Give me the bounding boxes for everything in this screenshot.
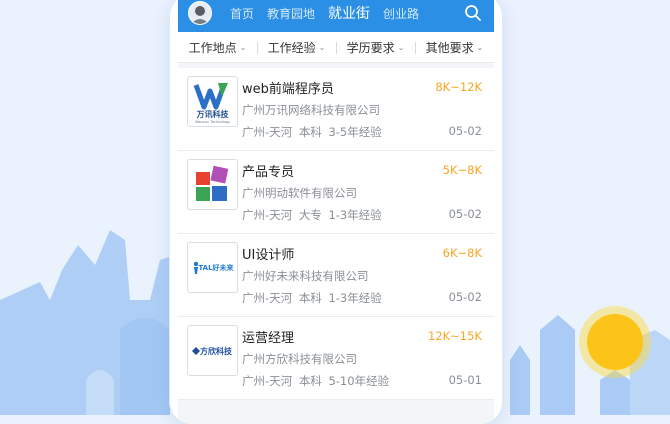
company-logo: TAL好未来 [187, 242, 238, 293]
job-location: 广州-天河 [242, 374, 293, 388]
job-card[interactable]: 万讯科技 Wanxun Technology web前端程序员 8K~12K 广… [178, 68, 494, 151]
company-name: 广州明动软件有限公司 [242, 186, 357, 200]
company-name: 广州万讯网络科技有限公司 [242, 103, 380, 117]
job-meta: 广州-天河 本科 1-3年经验 [242, 290, 382, 306]
job-title: 运营经理 [242, 331, 295, 346]
company-logo: 方欣科技 [187, 325, 238, 376]
job-card[interactable]: 方欣科技 运营经理 12K~15K 广州方欣科技有限公司 广州-天河 本科 5-… [178, 317, 494, 400]
company-name: 广州方欣科技有限公司 [242, 352, 357, 366]
nav-jobs[interactable]: 就业街 [328, 3, 370, 23]
job-date: 05-02 [448, 290, 482, 304]
job-salary: 8K~12K [435, 80, 482, 94]
filter-location[interactable]: 工作地点 ⌄ [178, 39, 257, 56]
filter-label: 工作经验 [267, 40, 316, 55]
job-experience: 3-5年经验 [328, 125, 382, 139]
job-salary: 6K~8K [442, 246, 482, 260]
avatar[interactable] [188, 1, 212, 25]
job-meta: 广州-天河 本科 3-5年经验 [242, 124, 382, 140]
job-card[interactable]: 产品专员 5K~8K 广州明动软件有限公司 广州-天河 大专 1-3年经验 05… [178, 151, 494, 234]
nav-home[interactable]: 首页 [230, 5, 254, 22]
avatar-icon [191, 6, 209, 24]
company-name: 广州好未来科技有限公司 [242, 269, 369, 283]
filter-label: 学历要求 [346, 40, 395, 55]
filter-bar: 工作地点 ⌄ 工作经验 ⌄ 学历要求 ⌄ 其他要求 ⌄ [178, 32, 494, 63]
job-salary: 12K~15K [428, 329, 482, 343]
job-date: 05-02 [448, 207, 482, 221]
job-title: UI设计师 [242, 248, 295, 263]
job-education: 本科 [298, 374, 322, 388]
filter-education[interactable]: 学历要求 ⌄ [336, 39, 415, 56]
chevron-down-icon: ⌄ [397, 42, 405, 52]
job-meta: 广州-天河 本科 5-10年经验 [242, 373, 389, 389]
job-meta: 广州-天河 大专 1-3年经验 [242, 207, 382, 223]
job-list: 万讯科技 Wanxun Technology web前端程序员 8K~12K 广… [178, 68, 494, 400]
chevron-down-icon: ⌄ [318, 42, 326, 52]
search-icon[interactable] [464, 4, 482, 22]
phone-frame: 首页 教育园地 就业街 创业路 工作地点 ⌄ 工作经验 ⌄ 学历要求 ⌄ 其他要求 ⌄ [170, 0, 502, 424]
filter-other[interactable]: 其他要求 ⌄ [415, 39, 494, 56]
job-education: 大专 [298, 208, 322, 222]
job-education: 本科 [298, 291, 322, 305]
job-location: 广州-天河 [242, 208, 293, 222]
company-logo [187, 159, 238, 210]
chevron-down-icon: ⌄ [476, 42, 484, 52]
filter-label: 工作地点 [188, 40, 237, 55]
logo-text: 万讯科技 [196, 109, 230, 119]
logo-text: TAL好未来 [198, 263, 234, 272]
job-card[interactable]: TAL好未来 UI设计师 6K~8K 广州好未来科技有限公司 广州-天河 本科 … [178, 234, 494, 317]
job-date: 05-02 [448, 124, 482, 138]
top-nav-bar: 首页 教育园地 就业街 创业路 [178, 0, 494, 32]
job-salary: 5K~8K [442, 163, 482, 177]
main-nav: 首页 教育园地 就业街 创业路 [230, 3, 432, 23]
job-experience: 1-3年经验 [328, 208, 382, 222]
job-location: 广州-天河 [242, 291, 293, 305]
job-experience: 5-10年经验 [328, 374, 390, 388]
job-date: 05-01 [448, 373, 482, 387]
filter-experience[interactable]: 工作经验 ⌄ [257, 39, 336, 56]
job-education: 本科 [298, 125, 322, 139]
job-location: 广州-天河 [242, 125, 293, 139]
job-title: 产品专员 [242, 165, 295, 180]
nav-education[interactable]: 教育园地 [267, 5, 315, 22]
app-screen: 首页 教育园地 就业街 创业路 工作地点 ⌄ 工作经验 ⌄ 学历要求 ⌄ 其他要求 ⌄ [178, 0, 494, 424]
job-title: web前端程序员 [242, 82, 334, 97]
logo-subtext: Wanxun Technology [195, 120, 230, 124]
company-logo: 万讯科技 Wanxun Technology [187, 76, 238, 127]
job-experience: 1-3年经验 [328, 291, 382, 305]
nav-startup[interactable]: 创业路 [383, 5, 419, 22]
chevron-down-icon: ⌄ [239, 42, 247, 52]
logo-text: 方欣科技 [200, 346, 233, 356]
filter-label: 其他要求 [425, 40, 474, 55]
